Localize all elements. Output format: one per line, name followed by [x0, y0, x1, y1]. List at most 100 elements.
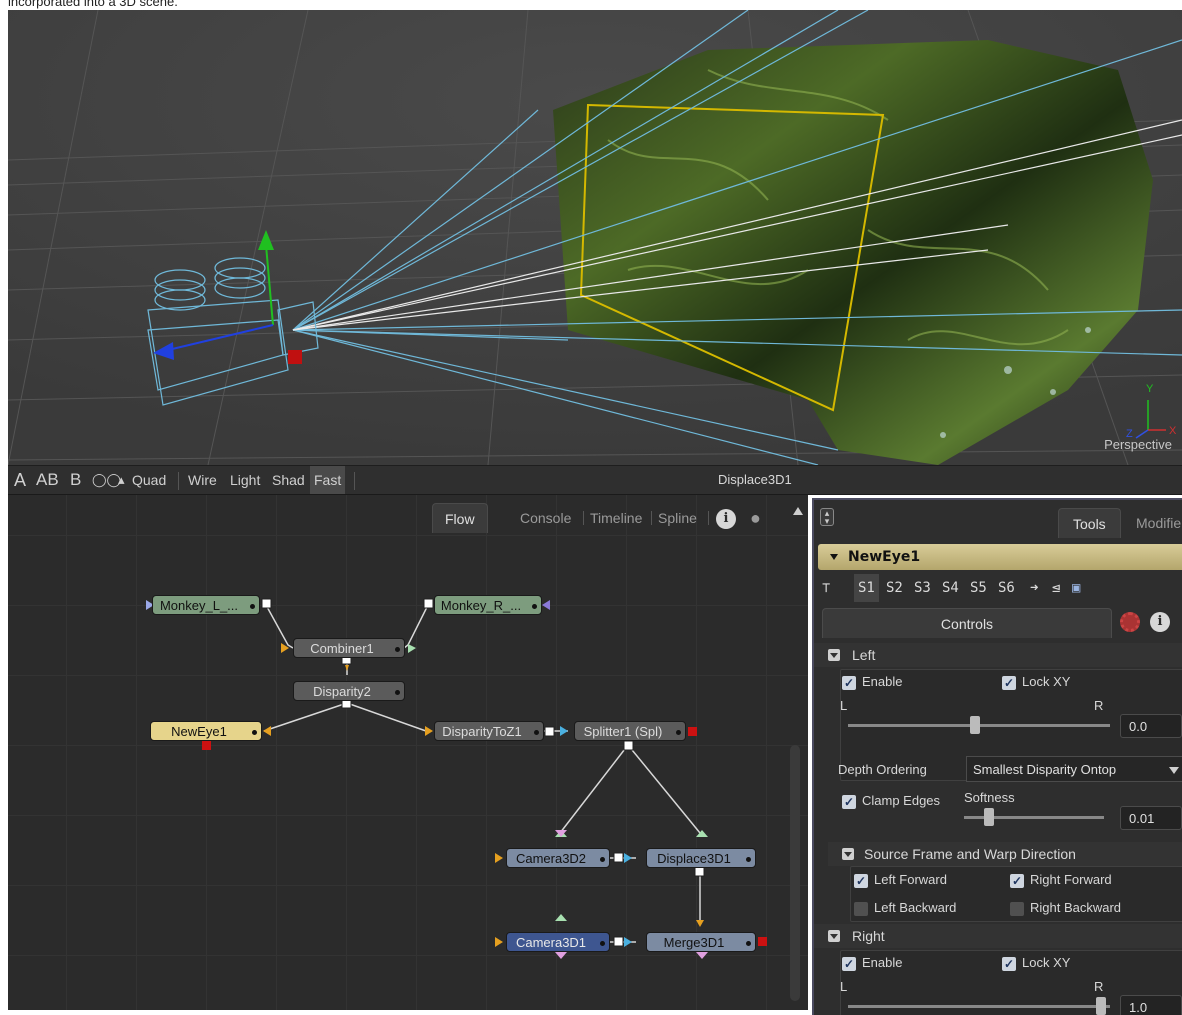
right-lockxy-checkbox[interactable]: ✓: [1002, 957, 1016, 971]
tools-panel[interactable]: ▴ ▾ Tools Modifie NewEye1 ⊤ S1 S2 S3 S4 S…: [812, 498, 1182, 1015]
left-lockxy-checkbox[interactable]: ✓: [1002, 676, 1016, 690]
softness-slider-knob[interactable]: [984, 808, 994, 826]
node-monkey-r[interactable]: Monkey_R_...: [434, 595, 542, 615]
node-dot: [532, 604, 537, 609]
shad-button[interactable]: Shad: [272, 466, 305, 494]
pin-icon[interactable]: ⊤: [822, 574, 830, 602]
node-dot: [252, 730, 257, 735]
toolbar-divider: [354, 472, 355, 490]
slot-button-4[interactable]: S4: [942, 574, 959, 602]
axis-x-label: X: [1169, 425, 1177, 437]
right-slider-knob[interactable]: [1096, 997, 1106, 1015]
node-label: Monkey_R_...: [440, 598, 522, 613]
toolbar-divider: [178, 472, 179, 490]
node-dot: [534, 730, 539, 735]
right-forward-label: Right Forward: [1030, 872, 1112, 887]
right-enable-checkbox[interactable]: ✓: [842, 957, 856, 971]
left-value-field[interactable]: 0.0: [1120, 714, 1182, 738]
depth-ordering-dropdown[interactable]: Smallest Disparity Ontop: [966, 756, 1182, 782]
fast-button[interactable]: Fast: [310, 466, 346, 494]
section-title: Right: [852, 928, 885, 944]
node-label: DisparityToZ1: [442, 724, 522, 739]
section-left[interactable]: Left: [814, 643, 1182, 667]
viewport-scene: Y X Z: [8, 10, 1182, 465]
right-slider-track[interactable]: [848, 1005, 1110, 1008]
tool-header[interactable]: NewEye1: [818, 544, 1182, 570]
expand-icon[interactable]: [828, 930, 840, 942]
expand-icon[interactable]: [842, 848, 854, 860]
node-label: Monkey_L_...: [159, 598, 239, 613]
wire-button[interactable]: Wire: [188, 466, 217, 494]
dropdown-up-icon[interactable]: ▴: [118, 466, 125, 494]
perspective-label[interactable]: Perspective: [1104, 437, 1172, 452]
node-dot: [250, 604, 255, 609]
left-forward-label: Left Forward: [874, 872, 947, 887]
right-l-label: L: [840, 979, 848, 994]
right-enable-label: Enable: [862, 955, 903, 970]
key-icon[interactable]: ⊴: [1052, 574, 1060, 602]
tools-tab-bar: ▴ ▾ Tools Modifie: [814, 500, 1182, 538]
viewer-b-button[interactable]: B: [70, 466, 81, 494]
gear-icon[interactable]: [1120, 612, 1140, 632]
right-r-label: R: [1094, 979, 1104, 994]
expand-icon[interactable]: [828, 649, 840, 661]
right-backward-checkbox[interactable]: [1010, 902, 1024, 916]
caption-text: incorporated into a 3D scene.: [8, 0, 178, 9]
save-icon[interactable]: ▣: [1072, 574, 1080, 602]
left-backward-checkbox[interactable]: [854, 902, 868, 916]
left-backward-label: Left Backward: [874, 900, 957, 915]
left-r-label: R: [1094, 698, 1104, 713]
node-combiner[interactable]: Combiner1: [293, 638, 405, 658]
controls-tab[interactable]: Controls: [822, 608, 1112, 638]
node-neweye[interactable]: NewEye1: [150, 721, 262, 741]
section-title: Left: [852, 647, 876, 663]
section-right[interactable]: Right: [814, 924, 1182, 948]
right-lockxy-label: Lock XY: [1022, 955, 1071, 970]
slot-button-3[interactable]: S3: [914, 574, 931, 602]
node-disparity[interactable]: Disparity2: [293, 681, 405, 701]
left-enable-checkbox[interactable]: ✓: [842, 676, 856, 690]
right-forward-checkbox[interactable]: ✓: [1010, 874, 1024, 888]
output-red-squares: [202, 727, 767, 946]
chevron-down-icon: [1169, 767, 1179, 774]
depth-ordering-value: Smallest Disparity Ontop: [973, 762, 1117, 777]
node-disparitytoz[interactable]: DisparityToZ1: [434, 721, 544, 741]
flow-panel[interactable]: Flow Console Timeline Spline i ● Monkey_…: [8, 495, 808, 1010]
viewer-ab-button[interactable]: AB: [36, 466, 59, 494]
slot-button-2[interactable]: S2: [886, 574, 903, 602]
light-button[interactable]: Light: [230, 466, 260, 494]
softness-value-field[interactable]: 0.01: [1120, 806, 1182, 830]
panel-toggle-icon[interactable]: ▴ ▾: [820, 508, 834, 526]
left-slider-knob[interactable]: [970, 716, 980, 734]
clamp-edges-checkbox[interactable]: ✓: [842, 795, 856, 809]
node-label: Camera3D1: [515, 935, 587, 950]
input-arrows: [146, 600, 704, 947]
node-displace3d[interactable]: Displace3D1: [646, 848, 756, 868]
node-label: Merge3D1: [663, 935, 725, 950]
quad-button[interactable]: Quad: [132, 466, 166, 494]
collapse-triangle-icon[interactable]: [830, 554, 838, 560]
left-forward-checkbox[interactable]: ✓: [854, 874, 868, 888]
arrow-right-icon[interactable]: ➜: [1030, 574, 1038, 602]
slot-button-6[interactable]: S6: [998, 574, 1015, 602]
node-camera3d2[interactable]: Camera3D2: [506, 848, 610, 868]
slot-button-1[interactable]: S1: [854, 574, 879, 602]
node-merge3d[interactable]: Merge3D1: [646, 932, 756, 952]
node-splitter[interactable]: Splitter1 (Spl): [574, 721, 686, 741]
viewer-toolbar: A AB B ◯◯ ▴ Quad Wire Light Shad Fast Di…: [8, 465, 1182, 495]
node-dot: [600, 941, 605, 946]
glasses-icon[interactable]: ◯◯: [92, 466, 121, 494]
softness-label: Softness: [964, 790, 1015, 805]
viewer-a-button[interactable]: A: [14, 466, 26, 494]
section-source-frame[interactable]: Source Frame and Warp Direction: [828, 842, 1182, 866]
info-icon[interactable]: i: [1150, 612, 1170, 632]
slot-button-5[interactable]: S5: [970, 574, 987, 602]
tab-tools[interactable]: Tools: [1058, 508, 1121, 538]
3d-viewport[interactable]: Y X Z Perspective: [8, 10, 1182, 465]
node-camera3d1[interactable]: Camera3D1: [506, 932, 610, 952]
depth-ordering-label: Depth Ordering: [838, 762, 927, 777]
tab-modifiers[interactable]: Modifie: [1136, 508, 1181, 538]
gizmo-z-handle: [288, 350, 302, 364]
node-monkey-l[interactable]: Monkey_L_...: [152, 595, 260, 615]
right-value-field[interactable]: 1.0: [1120, 995, 1182, 1015]
